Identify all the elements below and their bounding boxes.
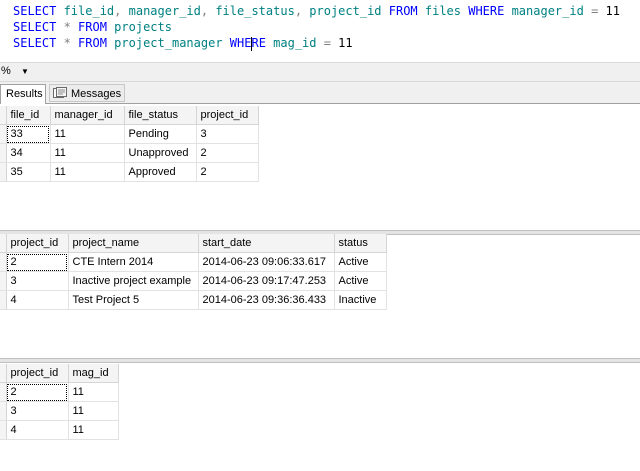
column-header[interactable]: mag_id [68, 364, 119, 383]
grid-cell[interactable]: 33 [6, 124, 51, 144]
grid-cell[interactable]: 11 [68, 420, 119, 440]
table-row[interactable]: 4 11 [0, 420, 119, 440]
grid-cell[interactable]: 4 [6, 290, 69, 310]
sql-token: manager_id [121, 4, 201, 18]
sql-token: WHE [229, 36, 252, 50]
grid-cell[interactable]: Active [334, 252, 387, 272]
column-header[interactable]: file_id [6, 106, 51, 125]
sql-token: project_manager [106, 36, 230, 50]
sql-token: FROM [388, 4, 418, 18]
zoom-bar: % ▼ [0, 62, 640, 82]
table-row[interactable]: 2 CTE Intern 2014 2014-06-23 09:06:33.617 A… [0, 252, 387, 272]
sql-token: = [323, 36, 331, 50]
grid-cell[interactable]: 2014-06-23 09:36:36.433 [198, 290, 335, 310]
grid-cell[interactable]: 35 [6, 162, 51, 182]
column-header[interactable]: project_id [196, 106, 259, 125]
grid-cell[interactable]: 34 [6, 143, 51, 163]
sql-token: SELECT [13, 20, 57, 34]
sql-token: FROM [78, 20, 107, 34]
grid-cell[interactable]: 2014-06-23 09:06:33.617 [198, 252, 335, 272]
zoom-level: % [1, 65, 11, 77]
results-grid-files[interactable]: file_id manager_id file_status project_id 33… [0, 106, 259, 182]
tab-messages[interactable]: Messages [49, 84, 125, 102]
grid-cell[interactable]: 3 [6, 401, 69, 421]
sql-token: RE [251, 36, 266, 50]
sql-token: SELECT [13, 4, 57, 18]
grid-cell[interactable]: CTE Intern 2014 [68, 252, 199, 272]
sql-token: project_id [302, 4, 389, 18]
messages-icon [53, 87, 67, 98]
code-line[interactable]: SELECT * FROM project_manager WHERE mag_… [13, 35, 353, 51]
grid-cell[interactable]: 11 [68, 382, 119, 402]
sql-token: files [417, 4, 469, 18]
table-row[interactable]: 2 11 [0, 382, 119, 402]
table-row[interactable]: 35 11 Approved 2 [0, 162, 259, 182]
table-row[interactable]: 4 Test Project 5 2014-06-23 09:36:36.433 In… [0, 290, 387, 310]
grid-cell[interactable]: 2 [6, 382, 69, 402]
grid-cell[interactable]: Inactive [334, 290, 387, 310]
table-row[interactable]: 3 Inactive project example 2014-06-23 09:1… [0, 271, 387, 291]
sql-token: 11 [330, 36, 353, 50]
column-header[interactable]: start_date [198, 234, 335, 253]
grid-splitter[interactable] [0, 358, 640, 363]
column-header[interactable]: file_status [124, 106, 197, 125]
sql-token: WHERE [468, 4, 505, 18]
sql-token: * [56, 36, 79, 50]
sql-token: , [294, 4, 303, 18]
results-tab-strip: Results Messages [0, 82, 640, 104]
sql-token: projects [106, 20, 172, 34]
grid-cell[interactable]: Inactive project example [68, 271, 199, 291]
table-row[interactable]: 34 11 Unapproved 2 [0, 143, 259, 163]
sql-token: FROM [78, 36, 107, 50]
sql-token: manager_id [504, 4, 592, 18]
grid-cell[interactable]: 2014-06-23 09:17:47.253 [198, 271, 335, 291]
column-header[interactable]: project_name [68, 234, 199, 253]
grid-cell[interactable]: Approved [124, 162, 197, 182]
table-row[interactable]: 3 11 [0, 401, 119, 421]
zoom-dropdown-icon[interactable]: ▼ [18, 65, 32, 78]
grid-cell[interactable]: 11 [50, 124, 125, 144]
code-line[interactable]: SELECT file_id, manager_id, file_status,… [13, 3, 620, 19]
grid-cell[interactable]: Test Project 5 [68, 290, 199, 310]
grid-cell[interactable]: 11 [50, 143, 125, 163]
column-header[interactable]: project_id [6, 364, 69, 383]
sql-editor[interactable]: SELECT file_id, manager_id, file_status,… [0, 0, 640, 62]
column-header[interactable]: status [334, 234, 387, 253]
grid-cell[interactable]: 4 [6, 420, 69, 440]
grid-cell[interactable]: 3 [196, 124, 259, 144]
code-line[interactable]: SELECT * FROM projects [13, 19, 172, 35]
grid-cell[interactable]: 2 [196, 143, 259, 163]
grid-cell[interactable]: 2 [196, 162, 259, 182]
sql-token: file_id [56, 4, 115, 18]
sql-token: SELECT [13, 36, 57, 50]
grid-cell[interactable]: 3 [6, 271, 69, 291]
column-header[interactable]: manager_id [50, 106, 125, 125]
grid-cell[interactable]: Active [334, 271, 387, 291]
grid-cell[interactable]: Unapproved [124, 143, 197, 163]
table-row[interactable]: 33 11 Pending 3 [0, 124, 259, 144]
results-area: file_id manager_id file_status project_id 33… [0, 104, 640, 471]
sql-token: 11 [598, 4, 620, 18]
sql-token: mag_id [265, 36, 324, 50]
grid-cell[interactable]: 11 [68, 401, 119, 421]
tab-results[interactable]: Results [0, 84, 46, 104]
tab-results-label: Results [6, 88, 43, 100]
grid-cell[interactable]: 2 [6, 252, 69, 272]
column-header[interactable]: project_id [6, 234, 69, 253]
tab-messages-label: Messages [71, 88, 122, 100]
grid-cell[interactable]: 11 [50, 162, 125, 182]
results-grid-projects[interactable]: project_id project_name start_date status 2 C… [0, 234, 387, 310]
sql-token: * [56, 20, 79, 34]
sql-token: file_status [208, 4, 295, 18]
results-grid-project-manager[interactable]: project_id mag_id 2 11 3 11 4 11 [0, 364, 119, 440]
grid-cell[interactable]: Pending [124, 124, 197, 144]
